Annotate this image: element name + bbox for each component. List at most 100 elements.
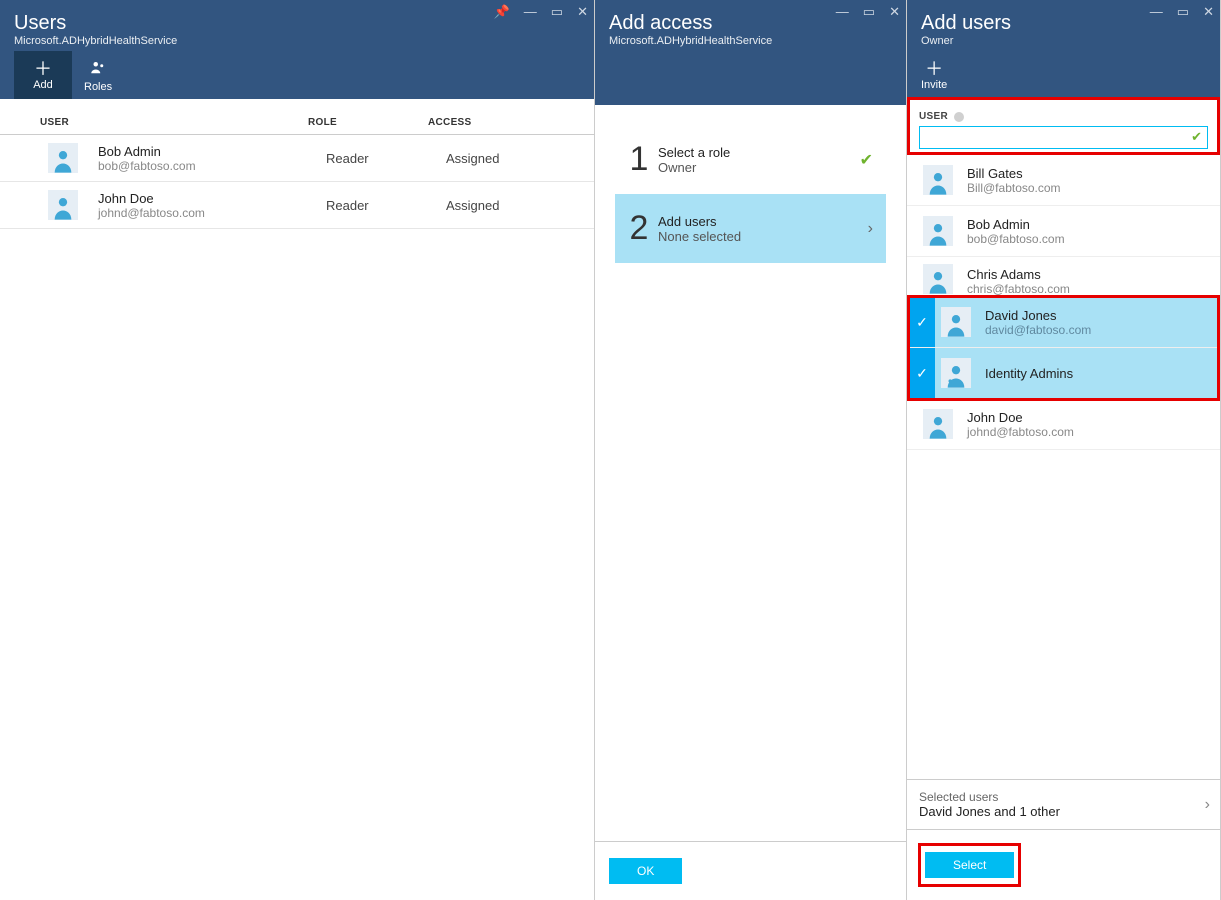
add-users-header: — ▭ ✕ Add users Owner ＋ Invite: [907, 0, 1220, 97]
user-name: Chris Adams: [967, 267, 1070, 282]
minimize-icon[interactable]: —: [1150, 4, 1163, 20]
add-access-header: — ▭ ✕ Add access Microsoft.ADHybridHealt…: [595, 0, 906, 105]
user-role: Reader: [326, 198, 446, 213]
selected-users-summary[interactable]: Selected users David Jones and 1 other ›: [907, 779, 1220, 829]
add-users-toolbar: ＋ Invite: [921, 51, 1206, 97]
roles-button[interactable]: Roles: [72, 51, 124, 99]
add-access-footer: OK: [595, 841, 906, 900]
pin-icon[interactable]: 📌: [494, 4, 510, 20]
table-row[interactable]: Bob Admin bob@fabtoso.com Reader Assigne…: [0, 135, 594, 182]
users-table-head: USER ROLE ACCESS: [0, 99, 594, 135]
user-search-label-row: USER: [919, 111, 1208, 122]
user-name: David Jones: [985, 308, 1091, 323]
user-info: David Jones david@fabtoso.com: [985, 308, 1091, 337]
avatar: [923, 216, 953, 246]
user-name: Bob Admin: [967, 217, 1065, 232]
user-search-box: ✔: [919, 126, 1208, 149]
user-search-input[interactable]: [919, 126, 1208, 149]
user-info: John Doe johnd@fabtoso.com: [967, 410, 1074, 439]
col-access: ACCESS: [428, 117, 566, 128]
user-row[interactable]: ✓ David Jones david@fabtoso.com: [909, 297, 1218, 348]
valid-check-icon: ✔: [1191, 129, 1202, 145]
user-name: Bob Admin: [98, 144, 326, 159]
user-email: johnd@fabtoso.com: [967, 425, 1074, 439]
user-info: Bill Gates Bill@fabtoso.com: [967, 166, 1061, 195]
selection-strip: [907, 399, 917, 449]
users-toolbar: ＋ Add Roles: [14, 51, 580, 99]
selected-users-highlight: ✓ David Jones david@fabtoso.com ✓ Identi…: [909, 297, 1218, 399]
invite-button[interactable]: ＋ Invite: [921, 51, 959, 97]
step-labels: Add users None selected: [658, 214, 741, 244]
user-name: Bill Gates: [967, 166, 1061, 181]
users-body: USER ROLE ACCESS Bob Admin bob@fabtoso.c…: [0, 99, 594, 900]
step-number: 1: [620, 140, 658, 179]
minimize-icon[interactable]: —: [836, 4, 849, 20]
window-controls: — ▭ ✕: [836, 4, 900, 20]
add-users-footer: Select: [907, 829, 1220, 900]
close-icon[interactable]: ✕: [577, 4, 588, 20]
user-row[interactable]: Bill Gates Bill@fabtoso.com: [907, 155, 1220, 206]
window-controls: 📌 — ▭ ✕: [494, 4, 588, 20]
minimize-icon[interactable]: —: [524, 4, 537, 20]
user-row[interactable]: Bob Admin bob@fabtoso.com: [907, 206, 1220, 257]
user-info: Identity Admins: [985, 358, 1073, 389]
add-label: Add: [26, 79, 60, 91]
step-add-users[interactable]: 2 Add users None selected ›: [615, 194, 886, 263]
add-access-body: 1 Select a role Owner ✔ 2 Add users None…: [595, 105, 906, 900]
add-access-subtitle: Microsoft.ADHybridHealthService: [609, 35, 892, 51]
avatar: [48, 190, 78, 220]
selection-strip: [907, 257, 917, 296]
select-button[interactable]: Select: [925, 852, 1014, 878]
user-email: bob@fabtoso.com: [967, 232, 1065, 246]
user-name: John Doe: [98, 191, 326, 206]
maximize-icon[interactable]: ▭: [863, 4, 875, 20]
add-users-subtitle: Owner: [921, 35, 1206, 51]
user-name: Identity Admins: [985, 366, 1073, 381]
step-labels: Select a role Owner: [658, 145, 730, 175]
col-role: ROLE: [308, 117, 428, 128]
add-users-body: USER ✔ Bill Gates Bill@fabtoso.com: [907, 97, 1220, 900]
select-button-highlight: Select: [921, 846, 1018, 884]
close-icon[interactable]: ✕: [889, 4, 900, 20]
steps-container: 1 Select a role Owner ✔ 2 Add users None…: [595, 105, 906, 283]
step-number: 2: [620, 209, 658, 248]
user-email: johnd@fabtoso.com: [98, 206, 326, 220]
user-name: John Doe: [967, 410, 1074, 425]
info-icon[interactable]: [954, 112, 964, 122]
maximize-icon[interactable]: ▭: [551, 4, 563, 20]
user-list: Bill Gates Bill@fabtoso.com Bob Admin bo…: [907, 155, 1220, 779]
window-controls: — ▭ ✕: [1150, 4, 1214, 20]
user-email: bob@fabtoso.com: [98, 159, 326, 173]
user-info: Bob Admin bob@fabtoso.com: [967, 217, 1065, 246]
step-value: Owner: [658, 160, 730, 175]
user-info: Chris Adams chris@fabtoso.com: [967, 267, 1070, 296]
selection-strip: [907, 206, 917, 256]
chevron-right-icon: ›: [1205, 796, 1210, 814]
add-users-blade: — ▭ ✕ Add users Owner ＋ Invite USER ✔: [907, 0, 1221, 900]
avatar: [48, 143, 78, 173]
user-name-block: John Doe johnd@fabtoso.com: [98, 191, 326, 220]
maximize-icon[interactable]: ▭: [1177, 4, 1189, 20]
selection-strip: ✓: [909, 348, 935, 398]
step-select-role[interactable]: 1 Select a role Owner ✔: [615, 125, 886, 194]
users-blade-header: 📌 — ▭ ✕ Users Microsoft.ADHybridHealthSe…: [0, 0, 594, 99]
user-access: Assigned: [446, 198, 499, 213]
step-label: Add users: [658, 214, 741, 229]
user-row[interactable]: ✓ Identity Admins: [909, 348, 1218, 399]
user-access: Assigned: [446, 151, 499, 166]
ok-button[interactable]: OK: [609, 858, 682, 884]
user-row[interactable]: John Doe johnd@fabtoso.com: [907, 399, 1220, 450]
user-search-label: USER: [919, 111, 948, 122]
add-button[interactable]: ＋ Add: [14, 51, 72, 99]
avatar: [941, 358, 971, 388]
selected-users-value: David Jones and 1 other: [919, 804, 1208, 819]
user-email: david@fabtoso.com: [985, 323, 1091, 337]
user-email: chris@fabtoso.com: [967, 282, 1070, 296]
add-access-blade: — ▭ ✕ Add access Microsoft.ADHybridHealt…: [595, 0, 907, 900]
user-row[interactable]: Chris Adams chris@fabtoso.com: [907, 257, 1220, 297]
plus-icon: ＋: [921, 59, 947, 79]
close-icon[interactable]: ✕: [1203, 4, 1214, 20]
table-row[interactable]: John Doe johnd@fabtoso.com Reader Assign…: [0, 182, 594, 229]
user-name-block: Bob Admin bob@fabtoso.com: [98, 144, 326, 173]
users-subtitle: Microsoft.ADHybridHealthService: [14, 35, 580, 51]
